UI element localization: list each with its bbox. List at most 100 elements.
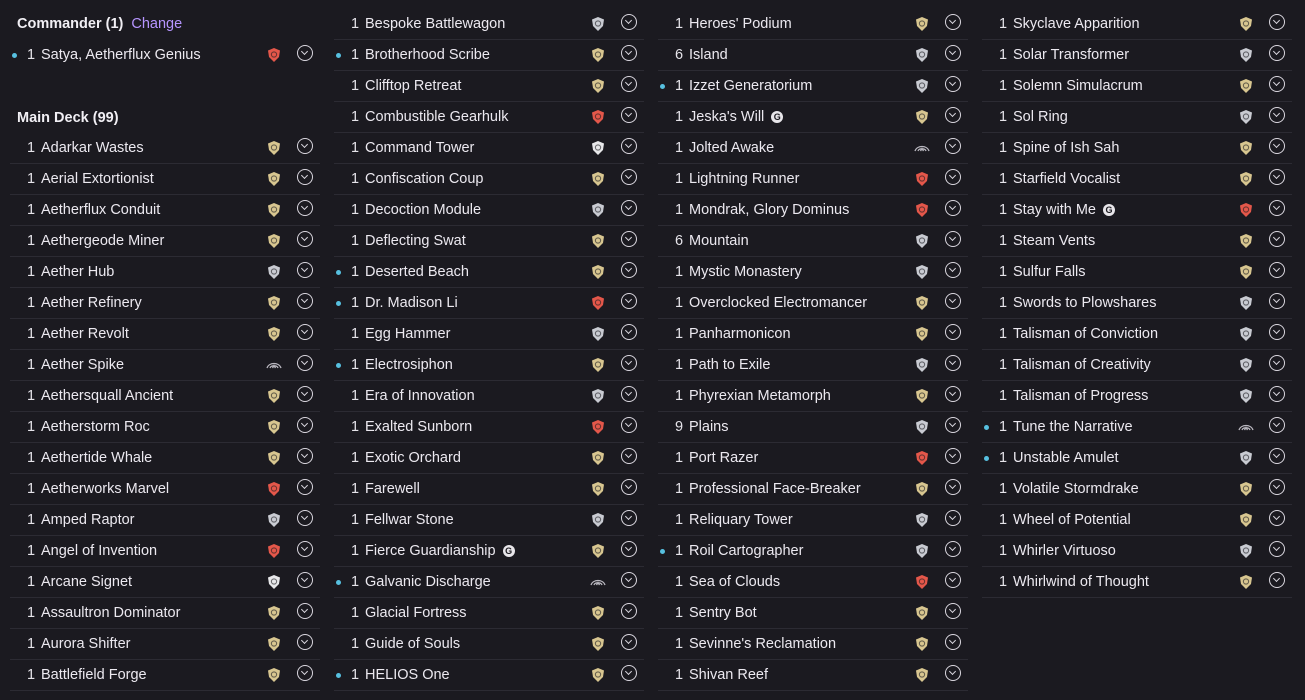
card-name[interactable]: Skyclave Apparition bbox=[1013, 16, 1140, 32]
card-menu-chevron-icon[interactable] bbox=[297, 45, 313, 61]
card-row[interactable]: 1 Sentry Bot bbox=[658, 598, 968, 629]
card-menu-chevron-icon[interactable] bbox=[1269, 355, 1285, 371]
card-row[interactable]: 1 Port Razer bbox=[658, 443, 968, 474]
card-menu-chevron-icon[interactable] bbox=[297, 634, 313, 650]
card-name[interactable]: Aethergeode Miner bbox=[41, 233, 164, 249]
card-row[interactable]: 1 Path to Exile bbox=[658, 350, 968, 381]
card-name[interactable]: Guide of Souls bbox=[365, 636, 460, 652]
card-row[interactable]: 1 Exalted Sunborn bbox=[334, 412, 644, 443]
card-row[interactable]: 1 Deserted Beach bbox=[334, 257, 644, 288]
card-name[interactable]: Talisman of Progress bbox=[1013, 388, 1148, 404]
card-row[interactable]: 1 Shivan Reef bbox=[658, 660, 968, 691]
card-menu-chevron-icon[interactable] bbox=[1269, 76, 1285, 92]
card-row[interactable]: 1 Talisman of Creativity bbox=[982, 350, 1292, 381]
card-row[interactable]: 1 Wheel of Potential bbox=[982, 505, 1292, 536]
card-menu-chevron-icon[interactable] bbox=[945, 510, 961, 526]
card-name[interactable]: Wheel of Potential bbox=[1013, 512, 1131, 528]
card-menu-chevron-icon[interactable] bbox=[621, 603, 637, 619]
card-name[interactable]: Starfield Vocalist bbox=[1013, 171, 1120, 187]
card-row[interactable]: 1 Heroes' Podium bbox=[658, 9, 968, 40]
card-name[interactable]: Exalted Sunborn bbox=[365, 419, 472, 435]
card-menu-chevron-icon[interactable] bbox=[621, 107, 637, 123]
card-menu-chevron-icon[interactable] bbox=[1269, 200, 1285, 216]
card-row[interactable]: 1 Sol Ring bbox=[982, 102, 1292, 133]
card-row[interactable]: 1 Aerial Extortionist bbox=[10, 164, 320, 195]
card-name[interactable]: Arcane Signet bbox=[41, 574, 132, 590]
card-row[interactable]: 1 Guide of Souls bbox=[334, 629, 644, 660]
card-name[interactable]: Plains bbox=[689, 419, 729, 435]
card-row[interactable]: 1 Talisman of Conviction bbox=[982, 319, 1292, 350]
card-row[interactable]: 1 Electrosiphon bbox=[334, 350, 644, 381]
card-row[interactable]: 1 Spine of Ish Sah bbox=[982, 133, 1292, 164]
card-name[interactable]: Izzet Generatorium bbox=[689, 78, 812, 94]
card-row[interactable]: 1 Talisman of Progress bbox=[982, 381, 1292, 412]
card-menu-chevron-icon[interactable] bbox=[621, 510, 637, 526]
card-menu-chevron-icon[interactable] bbox=[1269, 107, 1285, 123]
card-name[interactable]: Spine of Ish Sah bbox=[1013, 140, 1119, 156]
card-row[interactable]: 1 Unstable Amulet bbox=[982, 443, 1292, 474]
card-menu-chevron-icon[interactable] bbox=[621, 448, 637, 464]
card-name[interactable]: Jolted Awake bbox=[689, 140, 774, 156]
card-name[interactable]: Assaultron Dominator bbox=[41, 605, 180, 621]
card-menu-chevron-icon[interactable] bbox=[945, 603, 961, 619]
card-menu-chevron-icon[interactable] bbox=[297, 417, 313, 433]
card-row[interactable]: 1 HELIOS One bbox=[334, 660, 644, 691]
card-menu-chevron-icon[interactable] bbox=[297, 479, 313, 495]
card-name[interactable]: Roil Cartographer bbox=[689, 543, 803, 559]
card-row[interactable]: 1 Reliquary Tower bbox=[658, 505, 968, 536]
card-name[interactable]: Whirler Virtuoso bbox=[1013, 543, 1116, 559]
card-menu-chevron-icon[interactable] bbox=[1269, 14, 1285, 30]
card-menu-chevron-icon[interactable] bbox=[1269, 45, 1285, 61]
card-menu-chevron-icon[interactable] bbox=[621, 231, 637, 247]
card-name[interactable]: Bespoke Battlewagon bbox=[365, 16, 505, 32]
card-menu-chevron-icon[interactable] bbox=[297, 603, 313, 619]
card-row[interactable]: 1 Era of Innovation bbox=[334, 381, 644, 412]
card-row[interactable]: 1 Aetherflux Conduit bbox=[10, 195, 320, 226]
card-name[interactable]: Heroes' Podium bbox=[689, 16, 792, 32]
card-row[interactable]: 1 Aurora Shifter bbox=[10, 629, 320, 660]
card-row[interactable]: 1 Phyrexian Metamorph bbox=[658, 381, 968, 412]
card-name[interactable]: Aether Revolt bbox=[41, 326, 129, 342]
card-name[interactable]: Stay with Me G bbox=[1013, 202, 1115, 218]
card-row[interactable]: 9 Plains bbox=[658, 412, 968, 443]
card-menu-chevron-icon[interactable] bbox=[945, 417, 961, 433]
card-menu-chevron-icon[interactable] bbox=[1269, 541, 1285, 557]
card-name[interactable]: Satya, Aetherflux Genius bbox=[41, 47, 201, 63]
card-name[interactable]: Aetherstorm Roc bbox=[41, 419, 150, 435]
card-menu-chevron-icon[interactable] bbox=[621, 138, 637, 154]
card-name[interactable]: Aerial Extortionist bbox=[41, 171, 154, 187]
card-name[interactable]: Steam Vents bbox=[1013, 233, 1095, 249]
card-name[interactable]: Panharmonicon bbox=[689, 326, 791, 342]
card-name[interactable]: Professional Face-Breaker bbox=[689, 481, 861, 497]
card-menu-chevron-icon[interactable] bbox=[945, 541, 961, 557]
card-menu-chevron-icon[interactable] bbox=[621, 200, 637, 216]
card-name[interactable]: Reliquary Tower bbox=[689, 512, 793, 528]
card-menu-chevron-icon[interactable] bbox=[621, 417, 637, 433]
card-menu-chevron-icon[interactable] bbox=[621, 169, 637, 185]
card-name[interactable]: Aethertide Whale bbox=[41, 450, 152, 466]
card-name[interactable]: Island bbox=[689, 47, 728, 63]
card-row[interactable]: 1 Brotherhood Scribe bbox=[334, 40, 644, 71]
card-menu-chevron-icon[interactable] bbox=[297, 200, 313, 216]
card-menu-chevron-icon[interactable] bbox=[1269, 386, 1285, 402]
card-row[interactable]: 1 Glacial Fortress bbox=[334, 598, 644, 629]
card-name[interactable]: Deflecting Swat bbox=[365, 233, 466, 249]
card-name[interactable]: Aether Hub bbox=[41, 264, 114, 280]
card-name[interactable]: Sol Ring bbox=[1013, 109, 1068, 125]
card-name[interactable]: Overclocked Electromancer bbox=[689, 295, 867, 311]
card-row[interactable]: 1 Command Tower bbox=[334, 133, 644, 164]
card-name[interactable]: Sea of Clouds bbox=[689, 574, 780, 590]
card-menu-chevron-icon[interactable] bbox=[297, 572, 313, 588]
card-row[interactable]: 1 Volatile Stormdrake bbox=[982, 474, 1292, 505]
card-row[interactable]: 1 Jolted Awake bbox=[658, 133, 968, 164]
card-menu-chevron-icon[interactable] bbox=[297, 355, 313, 371]
card-row[interactable]: 1 Aetherworks Marvel bbox=[10, 474, 320, 505]
card-name[interactable]: Phyrexian Metamorph bbox=[689, 388, 831, 404]
card-menu-chevron-icon[interactable] bbox=[621, 665, 637, 681]
card-menu-chevron-icon[interactable] bbox=[297, 231, 313, 247]
card-menu-chevron-icon[interactable] bbox=[945, 665, 961, 681]
card-menu-chevron-icon[interactable] bbox=[945, 355, 961, 371]
card-menu-chevron-icon[interactable] bbox=[1269, 138, 1285, 154]
card-menu-chevron-icon[interactable] bbox=[945, 386, 961, 402]
card-name[interactable]: Farewell bbox=[365, 481, 420, 497]
